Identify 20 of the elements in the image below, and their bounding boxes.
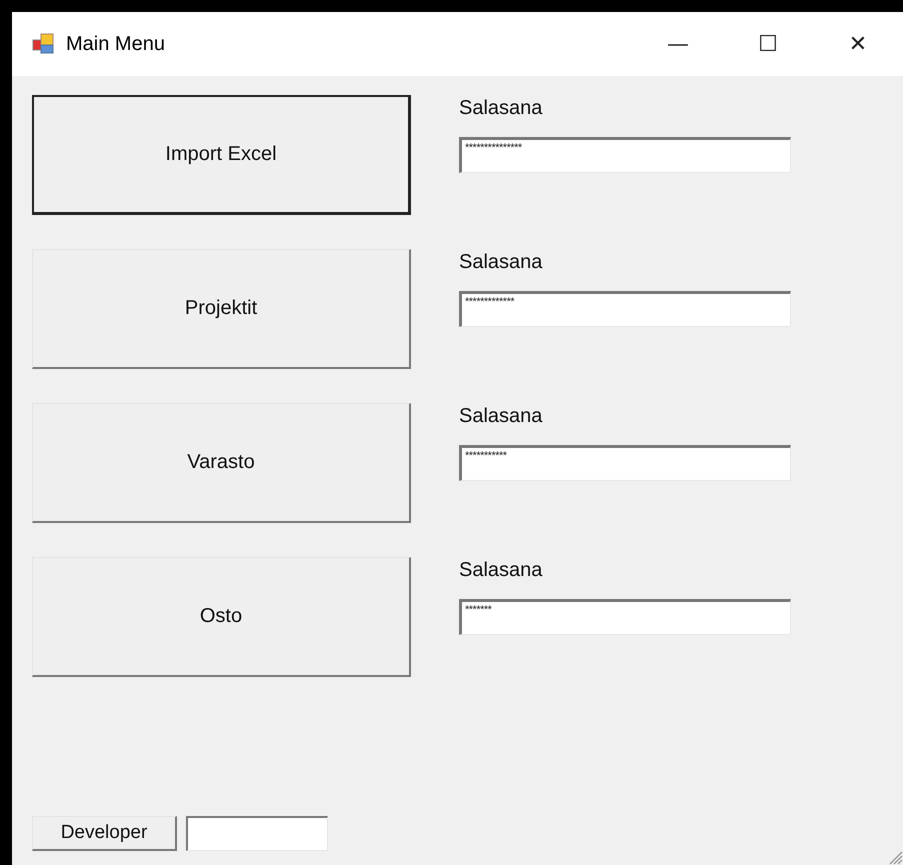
password-field[interactable]: *************** [459,137,791,173]
password-field[interactable]: *********** [459,445,791,481]
menu-button[interactable]: Varasto [32,403,411,523]
password-label: Salasana [459,559,544,583]
menu-button[interactable]: Osto [32,557,411,677]
password-field[interactable]: ******* [459,599,791,635]
close-button[interactable]: ✕ [813,12,903,76]
menu-button[interactable]: Import Excel [32,95,411,215]
window-title: Main Menu [66,32,165,56]
developer-button[interactable]: Developer [32,816,177,851]
menu-button[interactable]: Projektit [32,249,411,369]
password-field[interactable]: ************* [459,291,791,327]
maximize-button[interactable]: ☐ [723,12,813,76]
resize-grip-icon[interactable] [887,849,903,865]
app-icon [32,33,54,55]
input-field[interactable] [186,816,328,851]
minimize-button[interactable]: — [633,12,723,76]
password-label: Salasana [459,405,544,429]
password-label: Salasana [459,251,544,275]
password-label: Salasana [459,97,544,121]
